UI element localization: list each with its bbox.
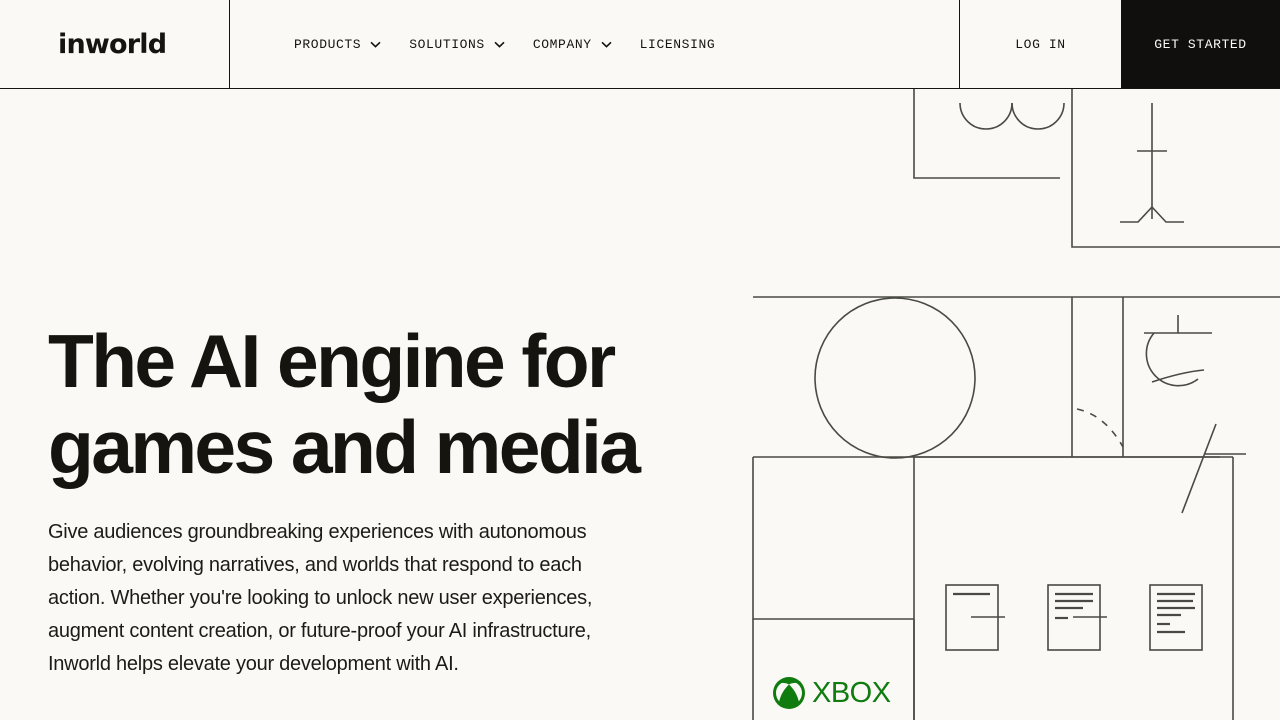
inworld-wordmark-icon[interactable]: inworld bbox=[58, 31, 167, 58]
get-started-button[interactable]: GET STARTED bbox=[1121, 0, 1280, 88]
chevron-down-icon[interactable] bbox=[494, 41, 505, 48]
nav-item-licensing[interactable]: LICENSING bbox=[640, 37, 716, 52]
nav-item-products[interactable]: PRODUCTS bbox=[294, 37, 381, 52]
nav-item-solutions[interactable]: SOLUTIONS bbox=[409, 37, 505, 52]
log-in-label: LOG IN bbox=[1015, 36, 1066, 52]
decorative-line-art bbox=[700, 89, 1280, 720]
chevron-down-icon[interactable] bbox=[370, 41, 381, 48]
chevron-down-icon[interactable] bbox=[601, 41, 612, 48]
xbox-sphere-icon bbox=[773, 677, 805, 709]
page-title: The AI engine for games and media bbox=[48, 319, 641, 489]
hero-section: The AI engine for games and media Give a… bbox=[48, 318, 668, 681]
xbox-wordmark: XBOX bbox=[812, 676, 891, 709]
nav-item-label: COMPANY bbox=[532, 36, 592, 52]
logo-cell[interactable]: inworld bbox=[0, 0, 230, 88]
log-in-button[interactable]: LOG IN bbox=[960, 0, 1121, 88]
main-navigation: PRODUCTS SOLUTIONS COMPANY LICENSING bbox=[230, 0, 960, 88]
get-started-label: GET STARTED bbox=[1154, 36, 1247, 52]
xbox-logo: XBOX bbox=[772, 676, 891, 710]
nav-item-label: SOLUTIONS bbox=[409, 36, 485, 52]
nav-item-company[interactable]: COMPANY bbox=[533, 37, 612, 52]
site-header: inworld PRODUCTS SOLUTIONS COMPANY LICEN… bbox=[0, 0, 1280, 89]
nav-item-label: LICENSING bbox=[639, 36, 716, 52]
nav-item-label: PRODUCTS bbox=[294, 36, 362, 52]
hero-description: Give audiences groundbreaking experience… bbox=[48, 521, 593, 675]
